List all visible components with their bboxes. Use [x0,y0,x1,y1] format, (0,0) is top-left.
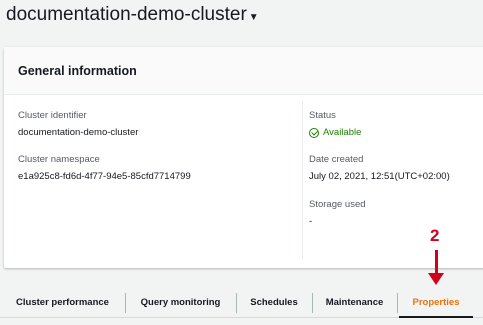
status-field: Status Available [309,110,361,138]
status-label: Status [309,110,336,121]
date-created-label: Date created [309,154,364,165]
tab-query-monitoring[interactable]: Query monitoring [125,288,236,317]
arrow-down-icon [435,250,438,275]
tab-schedules[interactable]: Schedules [236,288,312,317]
storage-used-label: Storage used [309,199,366,210]
cluster-identifier-value: documentation-demo-cluster [18,127,139,138]
panel-header: General information [4,47,483,95]
cluster-tabs: Cluster performance Query monitoring Sch… [0,288,483,318]
general-information-panel: General information Cluster identifier d… [4,47,483,268]
date-created-value: July 02, 2021, 12:51(UTC+02:00) [309,171,450,182]
status-text: Available [323,127,362,138]
tab-maintenance[interactable]: Maintenance [312,288,397,317]
date-created-field: Date created July 02, 2021, 12:51(UTC+02… [309,154,450,182]
caret-down-icon[interactable]: ▼ [249,12,259,23]
page-title[interactable]: documentation-demo-cluster ▼ [6,4,259,26]
arrow-head [428,273,444,285]
step-number: 2 [430,226,440,245]
check-circle-icon [309,127,319,138]
storage-used-value: - [309,216,313,227]
panel-title: General information [18,63,137,78]
status-value: Available [309,127,361,138]
cluster-namespace-value: e1a925c8-fd6d-4f77-94e5-85cfd7714799 [18,171,191,182]
step-annotation: 2 [424,226,448,288]
cluster-namespace-field: Cluster namespace e1a925c8-fd6d-4f77-94e… [18,154,191,182]
tab-properties[interactable]: Properties [397,288,475,318]
cluster-identifier-label: Cluster identifier [18,110,87,121]
column-divider [302,101,303,259]
storage-used-field: Storage used - [309,199,366,227]
cluster-identifier-field: Cluster identifier documentation-demo-cl… [18,110,138,138]
tab-cluster-performance[interactable]: Cluster performance [0,288,125,317]
cluster-namespace-label: Cluster namespace [18,154,100,165]
cluster-name: documentation-demo-cluster [6,4,247,25]
